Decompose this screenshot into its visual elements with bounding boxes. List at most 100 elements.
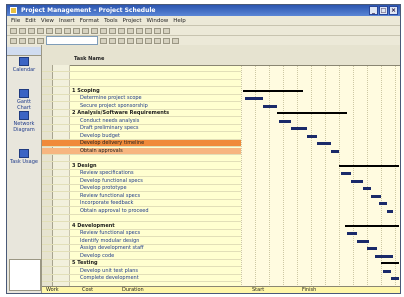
menu-help[interactable]: Help <box>173 18 186 24</box>
autofilter-icon[interactable] <box>163 37 170 44</box>
task-bar[interactable] <box>341 172 351 175</box>
split-icon[interactable] <box>118 27 125 34</box>
save-icon[interactable] <box>28 27 35 34</box>
task-bar[interactable] <box>279 119 291 123</box>
cut-icon[interactable] <box>64 27 71 34</box>
menu-tools[interactable]: Tools <box>104 18 118 24</box>
task-name-cell[interactable]: Develop unit test plans <box>80 268 138 274</box>
table-row[interactable]: Assign development staff <box>42 245 241 252</box>
table-row[interactable] <box>42 155 241 162</box>
task-bar[interactable] <box>357 239 369 243</box>
task-name-cell[interactable]: 4 Development <box>72 223 115 229</box>
table-row[interactable]: 2 Analysis/Software Requirements <box>42 110 241 117</box>
outdent-icon[interactable] <box>10 37 17 44</box>
close-button[interactable]: × <box>389 6 398 15</box>
table-row[interactable]: Obtain approval to proceed <box>42 208 241 215</box>
table-row[interactable]: 5 Testing <box>42 260 241 267</box>
view-bar-item-calendar[interactable]: Calendar <box>10 57 38 73</box>
task-bar[interactable] <box>307 134 317 138</box>
task-name-cell[interactable]: 2 Analysis/Software Requirements <box>72 110 169 116</box>
minimize-button[interactable]: _ <box>369 6 378 15</box>
maximize-button[interactable]: □ <box>379 6 388 15</box>
view-bar-item-gantt[interactable]: Gantt Chart <box>10 89 38 111</box>
view-bar-item-task-usage[interactable]: Task Usage <box>10 149 38 165</box>
task-name-cell[interactable]: Develop code <box>80 253 114 259</box>
task-bar[interactable] <box>379 202 387 205</box>
task-name-cell[interactable]: Obtain approval to proceed <box>80 208 149 214</box>
task-name-cell[interactable]: 5 Testing <box>72 260 98 266</box>
menu-window[interactable]: Window <box>147 18 169 24</box>
show-subtasks-icon[interactable] <box>28 37 35 44</box>
table-row[interactable]: 3 Design <box>42 163 241 170</box>
view-bar-item-network[interactable]: Network Diagram <box>10 111 38 133</box>
paste-icon[interactable] <box>82 27 89 34</box>
summary-bar[interactable] <box>243 89 303 92</box>
task-name-cell[interactable]: Obtain approvals <box>80 148 123 154</box>
task-name-cell[interactable]: Review functional specs <box>80 230 140 236</box>
summary-bar[interactable] <box>381 262 399 264</box>
table-row[interactable]: Incorporate feedback <box>42 200 241 207</box>
undo-icon[interactable] <box>91 27 98 34</box>
view-bar-more[interactable] <box>9 259 41 291</box>
task-name-cell[interactable]: Review specifications <box>80 170 134 176</box>
table-row[interactable]: 4 Development <box>42 223 241 230</box>
bold-icon[interactable] <box>100 37 107 44</box>
table-row[interactable]: Develop prototype <box>42 185 241 192</box>
table-row[interactable] <box>42 65 241 72</box>
menu-edit[interactable]: Edit <box>25 18 36 24</box>
menu-file[interactable]: File <box>11 18 20 24</box>
table-row[interactable]: Develop budget <box>42 133 241 140</box>
menu-insert[interactable]: Insert <box>59 18 75 24</box>
indent-icon[interactable] <box>19 37 26 44</box>
task-bar[interactable] <box>363 187 371 190</box>
task-name-cell[interactable]: Secure project sponsorship <box>80 103 148 109</box>
align-center-icon[interactable] <box>136 37 143 44</box>
align-left-icon[interactable] <box>127 37 134 44</box>
task-name-cell[interactable]: 3 Design <box>72 163 97 169</box>
zoom-out-icon[interactable] <box>163 27 170 34</box>
task-bar[interactable] <box>371 194 381 198</box>
task-name-cell[interactable]: Incorporate feedback <box>80 200 133 206</box>
unlink-icon[interactable] <box>109 27 116 34</box>
table-row[interactable]: Obtain approvals <box>42 147 241 155</box>
task-bar[interactable] <box>351 179 363 183</box>
zoom-in-icon[interactable] <box>154 27 161 34</box>
task-name-cell[interactable]: Develop budget <box>80 133 120 139</box>
spell-icon[interactable] <box>55 27 62 34</box>
menu-project[interactable]: Project <box>123 18 142 24</box>
summary-bar[interactable] <box>339 164 399 167</box>
table-row[interactable] <box>42 73 241 80</box>
menu-format[interactable]: Format <box>80 18 99 24</box>
link-icon[interactable] <box>100 27 107 34</box>
task-name-cell[interactable]: Identify modular design <box>80 238 139 244</box>
filter-icon[interactable] <box>154 37 161 44</box>
table-row[interactable]: Complete development <box>42 275 241 282</box>
task-name-cell[interactable]: Complete development <box>80 275 139 281</box>
task-name-cell[interactable]: Assign development staff <box>80 245 144 251</box>
task-bar[interactable] <box>245 97 263 100</box>
task-name-cell[interactable]: 1 Scoping <box>72 88 100 94</box>
task-name-cell[interactable]: Review functional specs <box>80 193 140 199</box>
menu-view[interactable]: View <box>41 18 54 24</box>
summary-bar[interactable] <box>345 224 399 227</box>
task-bar[interactable] <box>387 209 393 213</box>
notes-icon[interactable] <box>136 27 143 34</box>
print-icon[interactable] <box>37 27 44 34</box>
table-row[interactable]: Determine project scope <box>42 95 241 102</box>
table-row[interactable]: Develop code <box>42 253 241 260</box>
task-bar[interactable] <box>331 149 339 153</box>
align-right-icon[interactable] <box>145 37 152 44</box>
preview-icon[interactable] <box>46 27 53 34</box>
table-row[interactable]: Review functional specs <box>42 230 241 237</box>
table-row[interactable]: Conduct needs analysis <box>42 118 241 125</box>
table-row[interactable]: Develop unit test plans <box>42 268 241 275</box>
gantt-wizard-icon[interactable] <box>172 37 179 44</box>
task-name-cell[interactable]: Develop prototype <box>80 185 127 191</box>
table-row[interactable]: Review specifications <box>42 170 241 177</box>
table-row[interactable]: Review functional specs <box>42 193 241 200</box>
open-icon[interactable] <box>19 27 26 34</box>
table-row[interactable]: 1 Scoping <box>42 88 241 95</box>
task-name-cell[interactable]: Draft preliminary specs <box>80 125 138 131</box>
summary-bar[interactable] <box>277 112 347 114</box>
hide-subtasks-icon[interactable] <box>37 37 44 44</box>
